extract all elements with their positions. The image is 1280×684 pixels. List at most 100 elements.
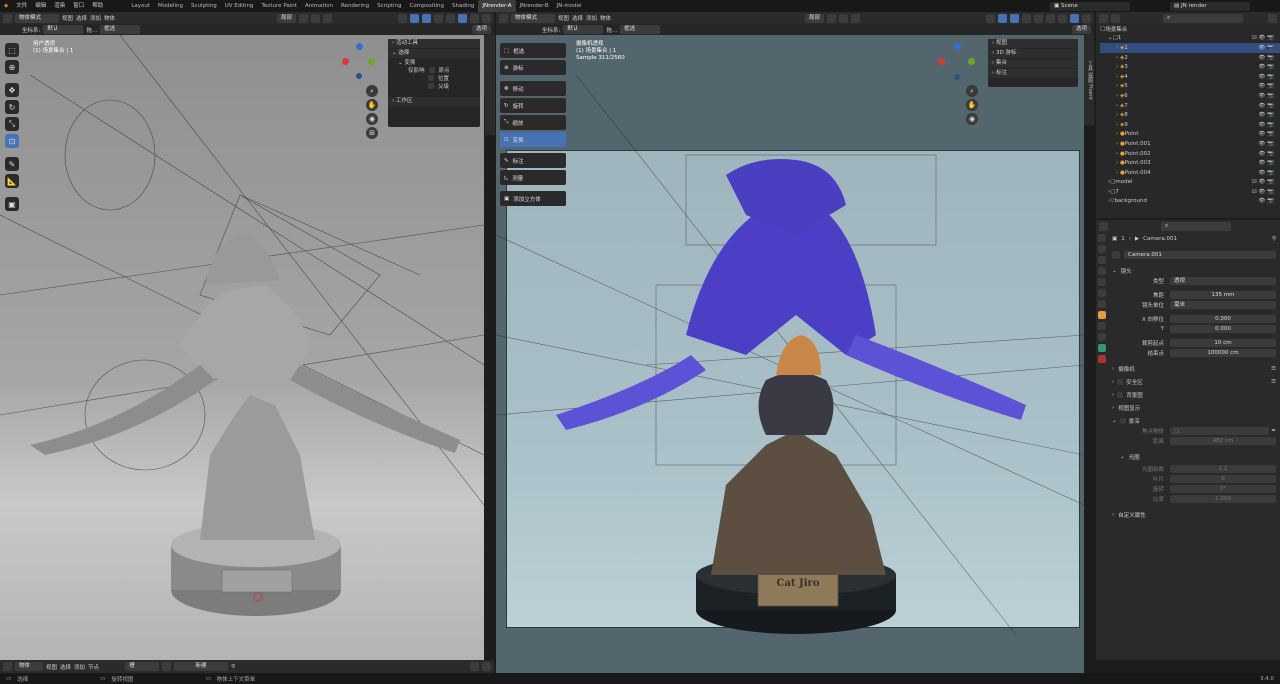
- view-layer-selector[interactable]: ▤ JN render: [1170, 1, 1250, 11]
- collection-7-visibility-icon[interactable]: ☑ 👁 📷: [1252, 189, 1274, 195]
- aperture-section[interactable]: ⌄ 光圈: [1112, 452, 1276, 462]
- filter-icon[interactable]: [1268, 13, 1277, 23]
- object-tab-icon[interactable]: [1098, 311, 1106, 319]
- rotate-icon[interactable]: ↻: [5, 100, 19, 114]
- shading-solid-icon[interactable]: [458, 13, 467, 23]
- overlay-icon[interactable]: [482, 662, 491, 671]
- tab-view[interactable]: 视图: [1087, 72, 1093, 82]
- tab-compositing[interactable]: Compositing: [406, 0, 448, 12]
- axis-neg-z-icon[interactable]: [356, 73, 362, 79]
- visibility-icon[interactable]: 👁 📷: [1258, 55, 1274, 61]
- parents-checkbox[interactable]: [428, 83, 434, 89]
- constraints-tab-icon[interactable]: [1098, 333, 1106, 341]
- outliner-item[interactable]: › ◈ 4 👁 📷: [1100, 72, 1280, 82]
- object-mode-dropdown[interactable]: 物体: [15, 662, 43, 671]
- dof-section[interactable]: ⌄ 景深: [1112, 416, 1276, 426]
- camera-section[interactable]: › 摄像机 ☰: [1112, 364, 1276, 374]
- outliner-search-input[interactable]: ⌕: [1163, 13, 1243, 23]
- lens-section[interactable]: ⌄ 镜头: [1112, 266, 1276, 276]
- menu-add[interactable]: 添加: [74, 663, 85, 671]
- scene-tab-icon[interactable]: [1098, 278, 1106, 286]
- transform-orientation[interactable]: 局部: [276, 13, 296, 23]
- origins-checkbox[interactable]: [428, 67, 435, 73]
- menu-file[interactable]: 文件: [12, 0, 31, 12]
- rotation-field[interactable]: 0°: [1170, 485, 1276, 493]
- collection-7-row[interactable]: › ▢ 7 ☑ 👁 📷: [1100, 187, 1280, 197]
- collection-visibility-icon[interactable]: ☑ 👁 📷: [1252, 35, 1274, 41]
- visibility-icon[interactable]: 👁 📷: [1258, 74, 1274, 80]
- axis-y-icon[interactable]: [968, 58, 975, 65]
- camera-view-icon[interactable]: ◉: [966, 113, 978, 125]
- list-icon[interactable]: ☰: [1271, 379, 1276, 385]
- visibility-icon[interactable]: 👁 📷: [1258, 170, 1274, 176]
- shading-rendered-icon[interactable]: [1070, 13, 1079, 23]
- outliner-item[interactable]: › ● Point.001 👁 📷: [1100, 139, 1280, 149]
- overlay-icon[interactable]: [1010, 13, 1019, 23]
- fstop-field[interactable]: 1.2: [1170, 465, 1276, 473]
- new-material-button[interactable]: 新建: [174, 662, 229, 671]
- navigation-gizmo[interactable]: [340, 41, 380, 81]
- editor-type-icon[interactable]: [1099, 221, 1108, 231]
- visibility-icon[interactable]: 👁 📷: [1258, 160, 1274, 166]
- snap-icon[interactable]: [311, 13, 320, 23]
- visibility-icon[interactable]: 👁 📷: [1258, 103, 1274, 109]
- tool-scale[interactable]: ⤡ 缩放: [500, 115, 566, 130]
- right-viewport[interactable]: Cat Jiro 摄像机透视 (1) 场景集合 | 1 Sample 311/2…: [496, 35, 1084, 675]
- shading-material-icon[interactable]: [470, 13, 479, 23]
- pivot-icon[interactable]: [827, 13, 836, 23]
- outliner-item[interactable]: › ◈ 3 👁 📷: [1100, 62, 1280, 72]
- locations-checkbox[interactable]: [428, 75, 434, 81]
- shift-y-field[interactable]: 0.000: [1170, 325, 1276, 333]
- visibility-icon[interactable]: 👁 📷: [1258, 122, 1274, 128]
- visibility-icon[interactable]: [398, 13, 407, 23]
- workspace-section[interactable]: › 工作区: [388, 97, 480, 106]
- outliner-item[interactable]: › ◈ 7 👁 📷: [1100, 101, 1280, 111]
- snap-icon[interactable]: [470, 662, 479, 671]
- pan-hand-icon[interactable]: ✋: [966, 99, 978, 111]
- type-dropdown[interactable]: 透视: [1170, 277, 1276, 285]
- menu-add[interactable]: 添加: [586, 14, 597, 22]
- safe-areas-checkbox[interactable]: [1117, 379, 1124, 385]
- tab-modeling[interactable]: Modeling: [154, 0, 187, 12]
- dof-checkbox[interactable]: [1119, 418, 1126, 424]
- gizmo-icon[interactable]: [410, 13, 419, 23]
- axis-x-icon[interactable]: [342, 58, 349, 65]
- shading-material-icon[interactable]: [1058, 13, 1067, 23]
- render-tab-icon[interactable]: [1098, 245, 1106, 253]
- axis-neg-z-icon[interactable]: [954, 74, 960, 80]
- menu-view[interactable]: 视图: [62, 14, 73, 22]
- select-box-icon[interactable]: ⬚: [5, 43, 19, 57]
- options-dropdown[interactable]: 选项: [1071, 25, 1091, 34]
- visibility-icon[interactable]: 👁 📷: [1258, 151, 1274, 157]
- transform-subsection[interactable]: ⌄ 变换: [388, 59, 480, 67]
- tool-add-cube[interactable]: ▣ 添加立方体: [500, 191, 566, 206]
- proportional-icon[interactable]: [323, 13, 332, 23]
- shading-wire-icon[interactable]: [1034, 13, 1043, 23]
- pause-render-icon[interactable]: [1082, 13, 1091, 23]
- outliner-item[interactable]: › ◈ 1 👁 📷: [1100, 43, 1280, 53]
- visibility-icon[interactable]: 👁 📷: [1258, 141, 1274, 147]
- blades-field[interactable]: 0: [1170, 475, 1276, 483]
- shift-x-field[interactable]: 0.000: [1170, 315, 1276, 323]
- outliner-item[interactable]: › ◈ 9 👁 📷: [1100, 120, 1280, 130]
- outliner-item[interactable]: › ◈ 8 👁 📷: [1100, 110, 1280, 120]
- add-cube-icon[interactable]: ▣: [5, 197, 19, 211]
- visibility-icon[interactable]: 👁 📷: [1258, 83, 1274, 89]
- menu-object[interactable]: 物体: [600, 14, 611, 22]
- tool-move[interactable]: ✥ 移动: [500, 81, 566, 96]
- mode-dropdown[interactable]: 物体模式: [511, 13, 555, 23]
- select-section[interactable]: ⌄ 选择: [388, 49, 480, 58]
- slot-dropdown[interactable]: 槽: [125, 662, 160, 671]
- tab-jn-model[interactable]: JN-model: [553, 0, 586, 12]
- outliner-item[interactable]: › ◈ 2 👁 📷: [1100, 53, 1280, 63]
- viewport-display-section[interactable]: › 视图显示: [1112, 403, 1276, 413]
- axis-x-icon[interactable]: [938, 58, 945, 65]
- menu-help[interactable]: 帮助: [88, 0, 107, 12]
- menu-object[interactable]: 物体: [104, 14, 115, 22]
- navigation-gizmo[interactable]: [936, 41, 980, 85]
- tab-sculpting[interactable]: Sculpting: [187, 0, 221, 12]
- overlay-icon[interactable]: [422, 13, 431, 23]
- visibility-icon[interactable]: [986, 13, 995, 23]
- annotate-icon[interactable]: ✎: [5, 157, 19, 171]
- tool-measure[interactable]: ◺ 测量: [500, 170, 566, 185]
